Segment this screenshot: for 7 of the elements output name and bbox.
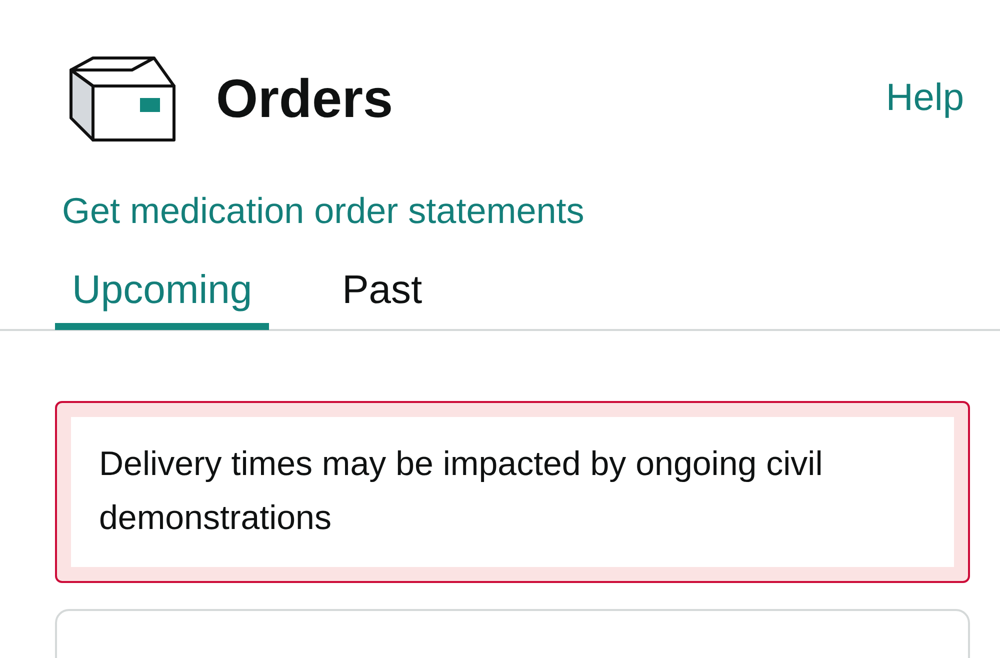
help-link[interactable]: Help: [886, 77, 964, 120]
tab[interactable]: Upcoming: [55, 264, 270, 330]
package-icon: [68, 56, 176, 142]
page-title: Orders: [216, 68, 394, 130]
statements-link[interactable]: Get medication order statements: [62, 190, 584, 231]
tab[interactable]: Past: [325, 264, 440, 330]
alert-message: Delivery times may be impacted by ongoing civil demonstrations: [99, 444, 824, 539]
